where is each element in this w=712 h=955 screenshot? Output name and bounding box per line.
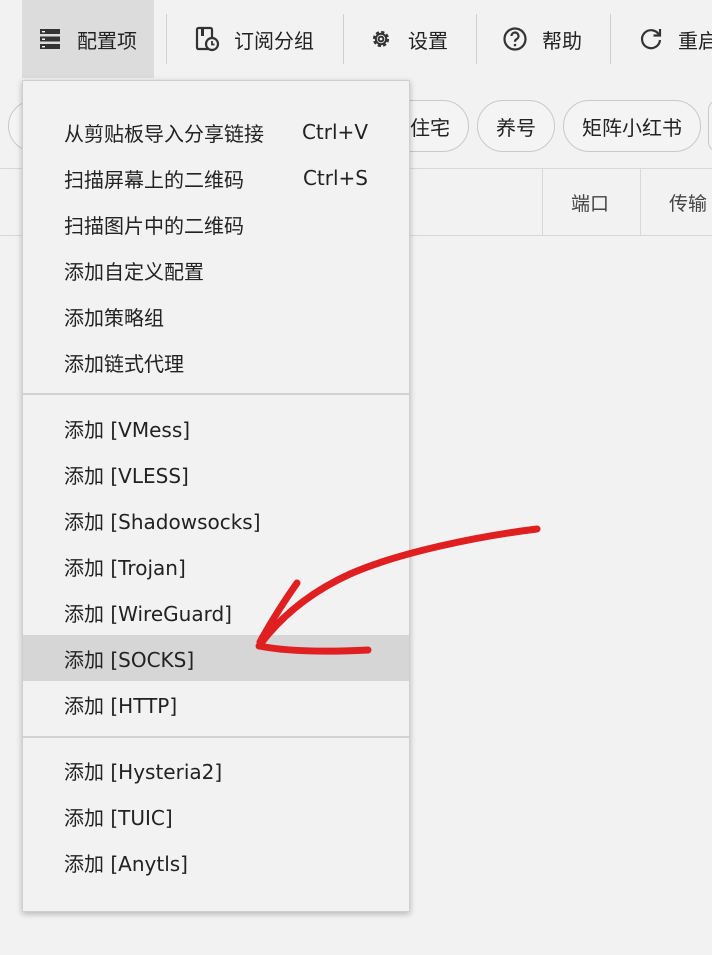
menu-item-add-trojan[interactable]: 添加 [Trojan] [23,543,409,589]
menu-item-label: 扫描屏幕上的二维码 [64,167,244,192]
menu-item-label: 添加链式代理 [64,351,184,376]
menu-item-add-socks[interactable]: 添加 [SOCKS] [23,635,409,681]
menu-item-label: 添加 [SOCKS] [64,647,195,672]
main-toolbar: 配置项 订阅分组 设置 帮助 重启 [0,0,712,78]
menu-item-add-chain-proxy[interactable]: 添加链式代理 [23,339,409,385]
menu-item-label: 添加 [Trojan] [64,555,186,580]
toolbar-profiles-label: 配置项 [77,28,137,53]
column-divider [542,169,543,235]
menu-item-label: 添加 [TUIC] [64,805,173,830]
menu-item-add-tuic[interactable]: 添加 [TUIC] [23,793,409,839]
toolbar-restart-label: 重启 [678,28,712,53]
column-header-port[interactable]: 端口 [571,169,609,235]
toolbar-separator [476,14,477,64]
menu-item-scan-screen-qr[interactable]: 扫描屏幕上的二维码 Ctrl+S [23,155,409,201]
menu-item-shortcut: Ctrl+V [301,120,368,144]
help-circle-icon [502,26,528,52]
filter-chip-label: 住宅 [410,115,450,140]
toolbar-help-label: 帮助 [542,28,582,53]
menu-item-label: 添加 [WireGuard] [64,601,232,626]
filter-chip-label: 养号 [496,115,536,140]
menu-item-add-custom-config[interactable]: 添加自定义配置 [23,247,409,293]
toolbar-separator [343,14,344,64]
profiles-dropdown-menu: 从剪贴板导入分享链接 Ctrl+V 扫描屏幕上的二维码 Ctrl+S 扫描图片中… [22,80,410,912]
menu-item-label: 添加策略组 [64,305,164,330]
toolbar-subscription-group-label: 订阅分组 [234,28,314,53]
menu-item-label: 扫描图片中的二维码 [64,213,244,238]
menu-item-label: 添加 [Anytls] [64,851,188,876]
column-divider [640,169,641,235]
toolbar-settings-button[interactable]: 设置 [368,0,448,78]
menu-item-add-policy-group[interactable]: 添加策略组 [23,293,409,339]
filter-chip-nurture[interactable]: 养号 [477,100,555,152]
menu-item-label: 添加 [Shadowsocks] [64,509,261,534]
menu-item-scan-image-qr[interactable]: 扫描图片中的二维码 [23,201,409,247]
menu-item-add-vmess[interactable]: 添加 [VMess] [23,405,409,451]
column-header-transport-label: 传输 [669,192,708,215]
menu-item-shortcut: Ctrl+S [302,166,368,190]
menu-item-add-wireguard[interactable]: 添加 [WireGuard] [23,589,409,635]
menu-item-add-vless[interactable]: 添加 [VLESS] [23,451,409,497]
subscription-group-icon [194,26,220,52]
menu-item-label: 添加自定义配置 [64,259,204,284]
toolbar-help-button[interactable]: 帮助 [502,0,582,78]
filter-chip-label: 矩阵小红书 [582,115,682,140]
menu-item-label: 从剪贴板导入分享链接 [64,121,264,146]
toolbar-separator [166,14,167,64]
menu-item-label: 添加 [VMess] [64,417,191,442]
toolbar-settings-label: 设置 [408,28,448,53]
toolbar-subscription-group-button[interactable]: 订阅分组 [194,0,314,78]
menu-item-label: 添加 [VLESS] [64,463,189,488]
menu-item-import-clipboard[interactable]: 从剪贴板导入分享链接 Ctrl+V [23,109,409,155]
menu-item-add-hysteria2[interactable]: 添加 [Hysteria2] [23,747,409,793]
menu-item-label: 添加 [HTTP] [64,693,178,718]
toolbar-restart-button[interactable]: 重启 [638,0,712,78]
toolbar-profiles-button[interactable]: 配置项 [22,0,154,78]
menu-separator [23,736,409,738]
menu-separator [23,393,409,395]
toolbar-separator [610,14,611,64]
restart-icon [638,26,664,52]
menu-item-label: 添加 [Hysteria2] [64,759,223,784]
filter-chip-matrix-xiaohongshu[interactable]: 矩阵小红书 [563,100,701,152]
menu-item-add-shadowsocks[interactable]: 添加 [Shadowsocks] [23,497,409,543]
gear-icon [368,26,394,52]
column-header-transport[interactable]: 传输 [669,169,707,235]
menu-item-add-anytls[interactable]: 添加 [Anytls] [23,839,409,885]
filter-chip-partial[interactable] [708,100,712,152]
server-list-icon [37,26,63,52]
column-header-port-label: 端口 [571,192,610,215]
menu-item-add-http[interactable]: 添加 [HTTP] [23,681,409,727]
